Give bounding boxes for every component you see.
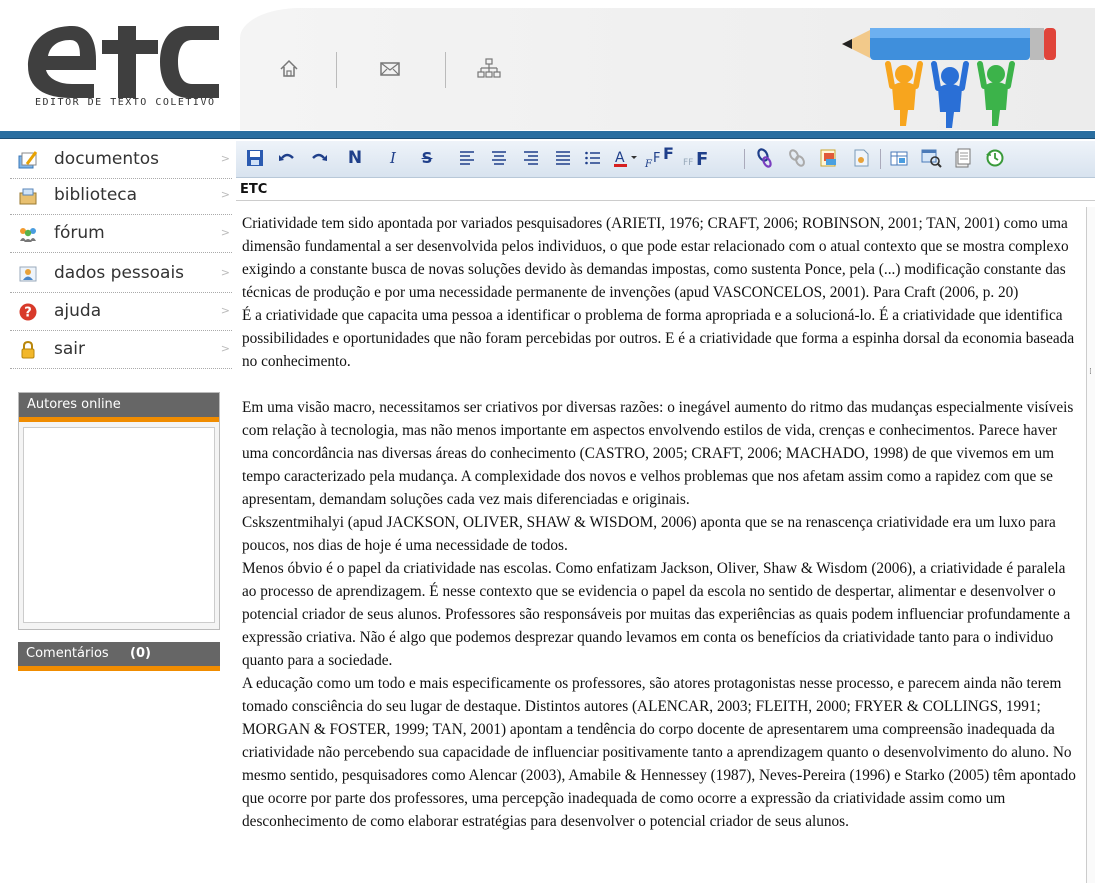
comentarios-label: Comentários — [26, 646, 109, 661]
svg-text:F: F — [696, 149, 708, 169]
insert-file-icon[interactable] — [850, 147, 872, 169]
sidebar-item-ajuda[interactable]: ? ajuda > — [10, 294, 232, 331]
editor-content[interactable]: Criatividade tem sido apontada por varia… — [242, 212, 1082, 833]
chevron-right-icon: > — [220, 226, 230, 239]
sidebar-item-documentos[interactable]: documentos > — [10, 142, 232, 179]
title-divider — [236, 200, 1095, 201]
save-icon[interactable] — [244, 147, 266, 169]
paragraph: Criatividade tem sido apontada por varia… — [242, 215, 1069, 301]
scroll-grip-icon[interactable]: ⁞ — [1089, 367, 1093, 381]
font-decrease-icon[interactable]: FF F — [682, 147, 712, 169]
lock-icon — [21, 340, 35, 359]
svg-text:F: F — [663, 147, 674, 163]
sidebar-item-label: fórum — [54, 223, 105, 243]
svg-text:?: ? — [24, 306, 32, 321]
undo-icon[interactable] — [276, 147, 298, 169]
sidebar-item-sair[interactable]: sair > — [10, 332, 232, 369]
chevron-right-icon: > — [220, 342, 230, 355]
mail-icon[interactable] — [377, 56, 403, 82]
sidebar-item-dados-pessoais[interactable]: dados pessoais > — [10, 256, 232, 293]
help-icon: ? — [19, 303, 37, 321]
editor-scrollbar[interactable]: ⁞ — [1086, 207, 1095, 883]
forum-icon — [20, 228, 36, 242]
chevron-right-icon: > — [220, 266, 230, 279]
italic-icon[interactable]: I — [382, 147, 404, 169]
align-left-icon[interactable] — [456, 147, 478, 169]
svg-text:A: A — [615, 150, 625, 166]
document-title: ETC — [240, 182, 268, 197]
font-color-icon[interactable]: A — [612, 147, 640, 169]
sidebar-item-label: sair — [54, 339, 85, 359]
header-separator — [445, 52, 446, 88]
sidebar-item-forum[interactable]: fórum > — [10, 216, 232, 253]
sitemap-icon[interactable] — [476, 56, 502, 82]
align-right-icon[interactable] — [520, 147, 542, 169]
autores-online-list — [23, 427, 215, 623]
export-icon[interactable] — [952, 147, 974, 169]
preview-icon[interactable] — [920, 147, 942, 169]
comentarios-bar[interactable]: Comentários (0) — [18, 642, 220, 671]
header-separator — [336, 52, 337, 88]
svg-text:F: F — [653, 151, 660, 166]
home-icon[interactable] — [276, 56, 302, 82]
align-center-icon[interactable] — [488, 147, 510, 169]
justify-icon[interactable] — [552, 147, 574, 169]
autores-online-title: Autores online — [19, 393, 219, 422]
personal-data-icon — [19, 266, 37, 282]
paragraph: É a criatividade que capacita uma pessoa… — [242, 307, 1075, 370]
paragraph: Menos óbvio é o papel da criatividade na… — [242, 560, 1071, 669]
editor-toolbar: N I S A FFF FF F — [236, 141, 1095, 178]
chevron-right-icon: > — [220, 152, 230, 165]
sidebar: documentos > biblioteca > fórum > dados … — [0, 140, 234, 883]
insert-image-icon[interactable] — [818, 147, 840, 169]
header-divider — [0, 131, 1095, 139]
sidebar-item-biblioteca[interactable]: biblioteca > — [10, 178, 232, 215]
font-increase-icon[interactable]: FFF — [644, 147, 678, 169]
sidebar-item-label: documentos — [54, 149, 160, 169]
comentarios-count: (0) — [130, 646, 151, 661]
autores-online-panel: Autores online — [18, 392, 220, 630]
bold-icon[interactable]: N — [344, 147, 366, 169]
pencil-people-decoration — [842, 28, 1056, 128]
library-icon — [19, 188, 37, 205]
insert-table-icon[interactable] — [888, 147, 910, 169]
paragraph: Cskszentmihalyi (apud JACKSON, OLIVER, S… — [242, 514, 1056, 554]
svg-text:F: F — [644, 159, 653, 169]
unlink-icon[interactable] — [786, 147, 808, 169]
sidebar-item-label: ajuda — [54, 301, 102, 321]
documents-icon — [18, 151, 38, 169]
redo-icon[interactable] — [308, 147, 330, 169]
paragraph: A educação como um todo e mais especific… — [242, 675, 1076, 830]
paragraph: Em uma visão macro, necessitamos ser cri… — [242, 399, 1074, 508]
toolbar-separator — [744, 149, 745, 169]
chevron-right-icon: > — [220, 188, 230, 201]
logo-subtitle: EDITOR DE TEXTO COLETIVO — [35, 97, 216, 108]
header: EDITOR DE TEXTO COLETIVO — [0, 0, 1095, 139]
link-icon[interactable] — [754, 147, 776, 169]
toolbar-separator — [880, 149, 881, 169]
strikethrough-icon[interactable]: S — [416, 147, 438, 169]
history-icon[interactable] — [984, 147, 1006, 169]
chevron-right-icon: > — [220, 304, 230, 317]
svg-text:FF: FF — [683, 158, 693, 168]
sidebar-item-label: dados pessoais — [54, 263, 185, 283]
sidebar-item-label: biblioteca — [54, 185, 138, 205]
list-icon[interactable] — [582, 147, 604, 169]
text-editor[interactable]: Criatividade tem sido apontada por varia… — [236, 207, 1086, 883]
